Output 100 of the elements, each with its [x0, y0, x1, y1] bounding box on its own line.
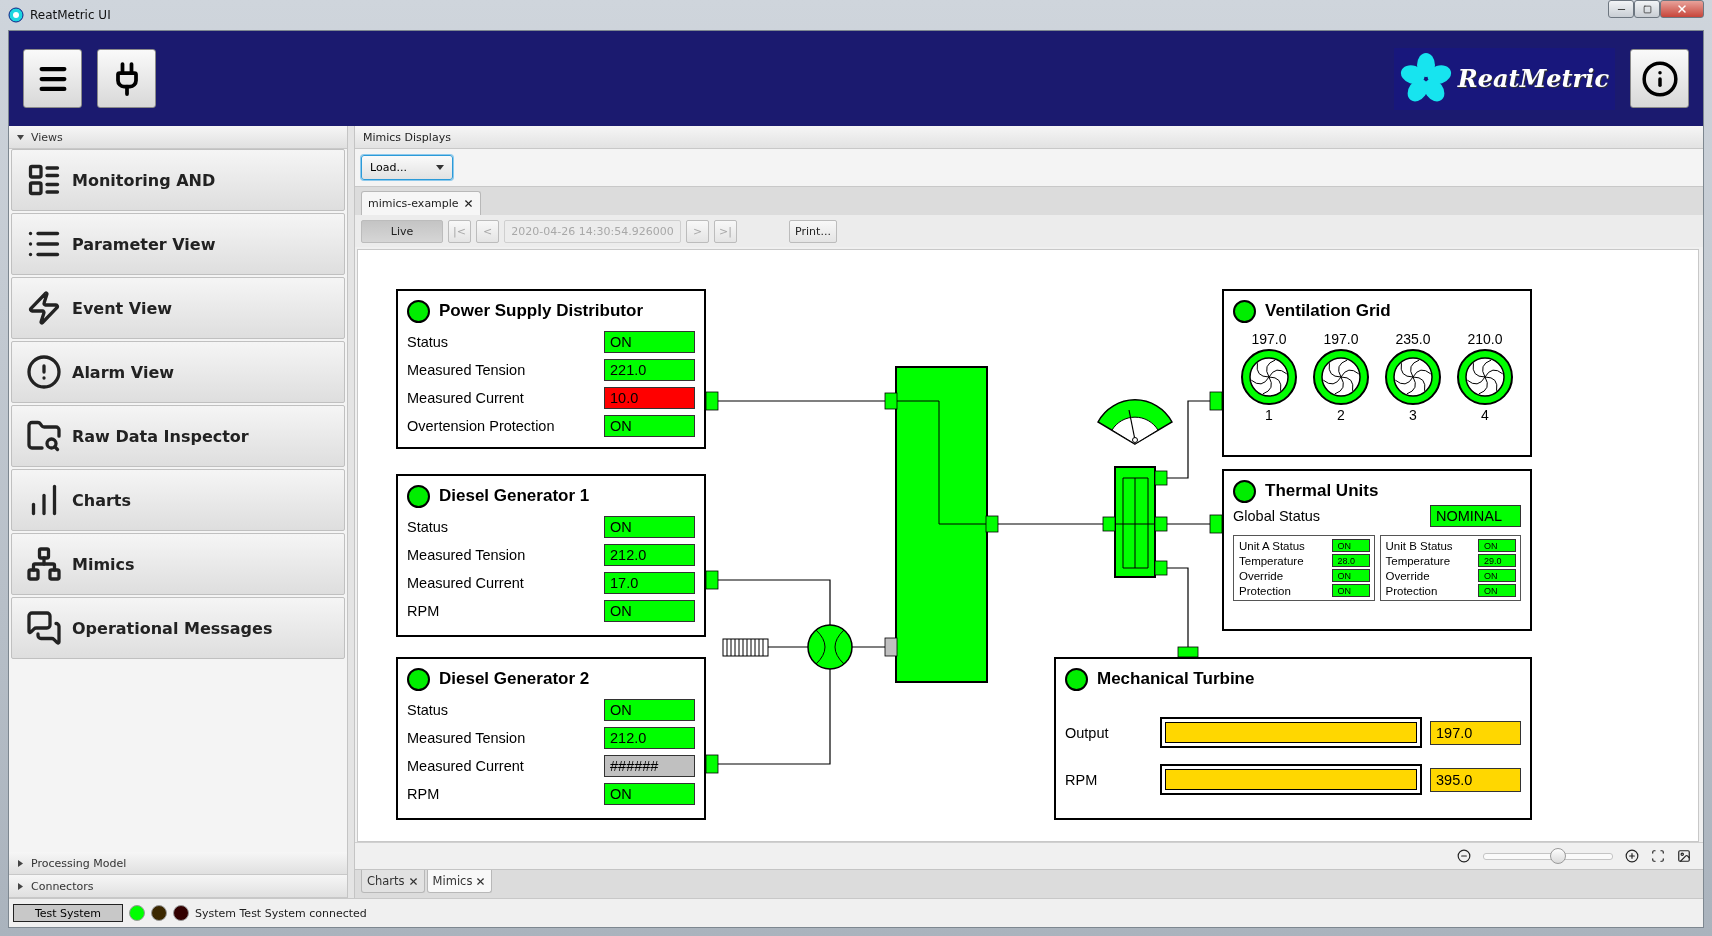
- alert-icon: [26, 354, 62, 390]
- field-label: Protection: [1385, 584, 1439, 597]
- fan-icon: [1456, 348, 1514, 406]
- panel-title: Ventilation Grid: [1265, 301, 1391, 321]
- field-label: Measured Current: [407, 390, 525, 406]
- close-icon[interactable]: [407, 875, 419, 887]
- folder-search-icon: [26, 418, 62, 454]
- close-icon: [1676, 3, 1688, 15]
- zoom-slider[interactable]: [1483, 848, 1613, 864]
- value-display: ON: [604, 516, 695, 538]
- connector-line: [851, 646, 886, 648]
- fan-number: 2: [1337, 407, 1345, 423]
- field-label: RPM: [1065, 771, 1098, 788]
- view-button[interactable]: Monitoring AND: [11, 149, 345, 211]
- field-label: Measured Tension: [407, 547, 527, 563]
- value-display: 10.0: [604, 387, 695, 409]
- fan-number: 3: [1409, 407, 1417, 423]
- field-label: Temperature: [1385, 554, 1452, 567]
- info-button[interactable]: [1630, 49, 1689, 108]
- value-display: ON: [1331, 569, 1370, 582]
- window-title: ReatMetric UI: [30, 8, 111, 22]
- connector-line: [1166, 523, 1211, 525]
- view-tab[interactable]: Mimics: [426, 870, 493, 893]
- close-icon[interactable]: [475, 875, 487, 887]
- logo-text: ReatMetric: [1457, 64, 1609, 93]
- field-label: Overtension Protection: [407, 418, 556, 434]
- field-label: Unit B Status: [1385, 539, 1454, 552]
- view-button[interactable]: Parameter View: [11, 213, 345, 275]
- status-dot: [407, 299, 430, 323]
- maximize-button[interactable]: [1634, 0, 1660, 18]
- value-display: ON: [1331, 539, 1370, 552]
- menu-button[interactable]: [23, 49, 82, 108]
- status-dot: [1065, 667, 1088, 691]
- view-button[interactable]: Raw Data Inspector: [11, 405, 345, 467]
- value-display: ######: [604, 755, 695, 777]
- panel-title: Mechanical Turbine: [1097, 669, 1255, 689]
- panel-title: Diesel Generator 2: [439, 669, 590, 689]
- view-button[interactable]: Mimics: [11, 533, 345, 595]
- fan-value: 210.0: [1467, 331, 1503, 347]
- load-dropdown[interactable]: Load...: [361, 155, 453, 180]
- value-display: 17.0: [604, 572, 695, 594]
- print-button[interactable]: Print...: [789, 219, 837, 243]
- view-button[interactable]: Event View: [11, 277, 345, 339]
- fan-icon: [1384, 348, 1442, 406]
- close-button[interactable]: [1660, 0, 1704, 18]
- field-label: Status: [407, 519, 450, 535]
- value-display: 197.0: [1430, 720, 1521, 745]
- value-display: ON: [1331, 584, 1370, 597]
- image-icon[interactable]: [1677, 849, 1691, 863]
- zoom-out-icon[interactable]: [1457, 849, 1471, 863]
- field-label: Measured Tension: [407, 730, 527, 746]
- field-label: RPM: [407, 786, 441, 802]
- field-label: Temperature: [1239, 554, 1305, 567]
- field-label: Measured Tension: [407, 362, 527, 378]
- fan-value: 197.0: [1251, 331, 1287, 347]
- status-dot: [1233, 299, 1256, 323]
- slider-thumb[interactable]: [1550, 848, 1567, 864]
- field-label: RPM: [407, 603, 441, 619]
- value-display: 212.0: [604, 727, 695, 749]
- app-icon: [8, 7, 24, 23]
- view-button[interactable]: Alarm View: [11, 341, 345, 403]
- panel-title: Thermal Units: [1265, 481, 1379, 501]
- system-button[interactable]: Test System: [13, 904, 123, 922]
- plug-button[interactable]: [97, 49, 156, 108]
- view-button[interactable]: Charts: [11, 469, 345, 531]
- zoom-in-icon[interactable]: [1625, 849, 1639, 863]
- field-label: Measured Current: [407, 575, 525, 591]
- value-display: ON: [1478, 569, 1516, 582]
- close-icon[interactable]: [462, 198, 474, 209]
- value-display: ON: [604, 783, 695, 805]
- view-tab[interactable]: Charts: [361, 870, 425, 893]
- minimize-button[interactable]: [1608, 0, 1634, 18]
- fan-value: 235.0: [1395, 331, 1431, 347]
- panel-title: Power Supply Distributor: [439, 301, 644, 321]
- status-dot: [407, 484, 430, 508]
- chat-bubbles-icon: [26, 610, 62, 646]
- fan-value: 197.0: [1323, 331, 1359, 347]
- field-label: Override: [1239, 569, 1285, 582]
- status-dot: [407, 667, 430, 691]
- disclosure-triangle-icon[interactable]: [17, 133, 24, 141]
- disclosure-triangle-icon[interactable]: [17, 859, 24, 867]
- value-display: ON: [604, 600, 695, 622]
- value-display: ON: [1478, 584, 1516, 597]
- field-label: Protection: [1239, 584, 1292, 597]
- panel-title: Diesel Generator 1: [439, 486, 590, 506]
- field-label: Measured Current: [407, 758, 525, 774]
- document-tab[interactable]: mimics-example: [361, 191, 481, 215]
- field-label: Output: [1065, 724, 1109, 741]
- fan-number: 4: [1481, 407, 1489, 423]
- field-label: Status: [407, 702, 450, 718]
- view-button[interactable]: Operational Messages: [11, 597, 345, 659]
- fit-icon[interactable]: [1651, 849, 1665, 863]
- disclosure-triangle-icon[interactable]: [17, 882, 24, 890]
- live-button[interactable]: Live: [361, 219, 443, 243]
- caret-icon: [436, 165, 444, 170]
- value-display: 221.0: [604, 359, 695, 381]
- field-label: Global Status: [1233, 508, 1321, 524]
- shaft-drawing: [722, 638, 769, 657]
- info-icon: [1640, 59, 1679, 98]
- value-display: ON: [604, 699, 695, 721]
